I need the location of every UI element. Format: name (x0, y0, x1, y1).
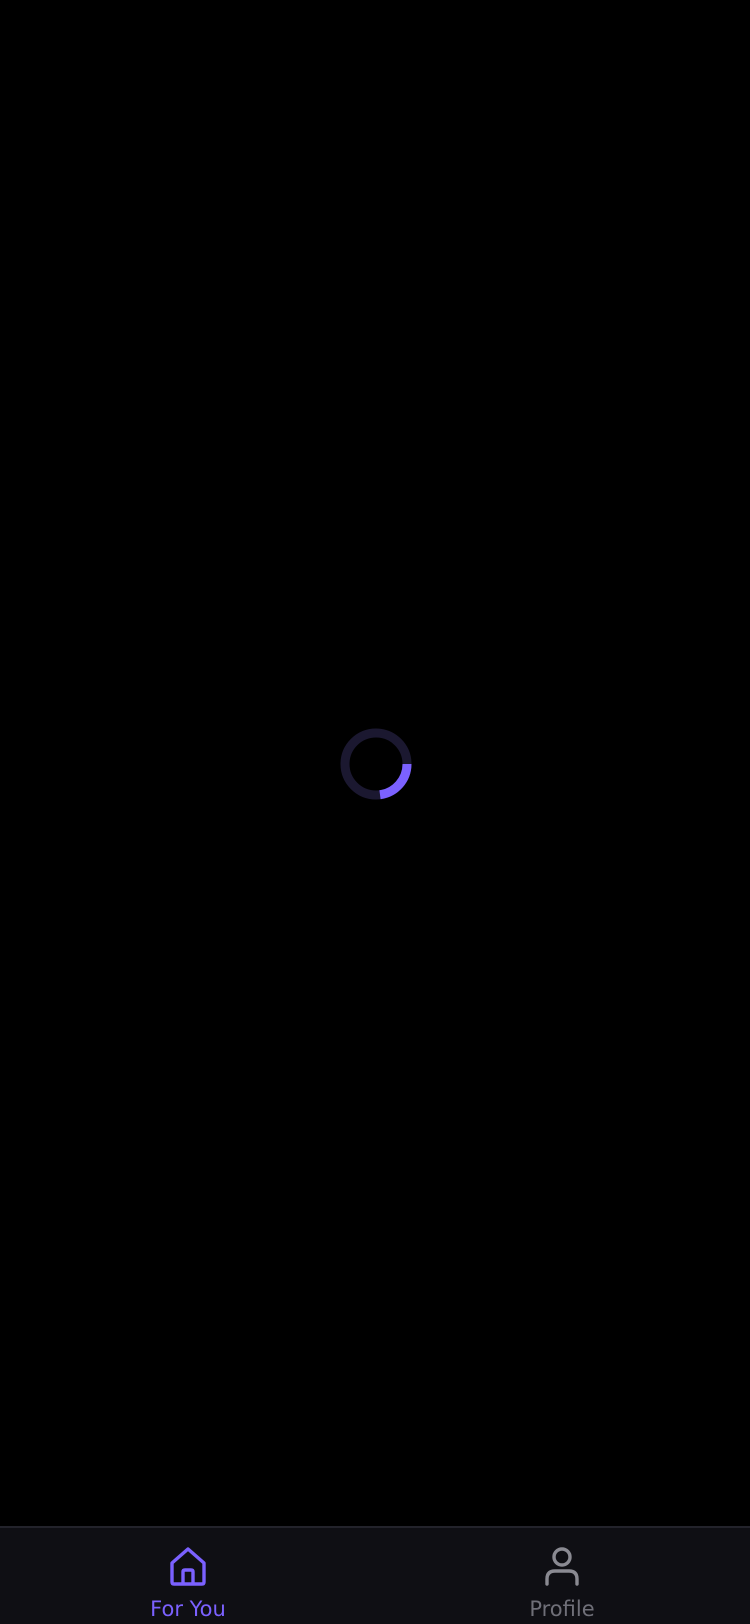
tab-profile[interactable]: Profile (462, 1528, 662, 1624)
tab-for-you[interactable]: For You (88, 1528, 288, 1624)
app-screen: For You Profile (0, 0, 750, 1624)
main-content (0, 0, 750, 1526)
bottom-tab-bar: For You Profile (0, 1526, 750, 1624)
user-icon (540, 1544, 584, 1588)
tab-label-profile: Profile (529, 1597, 595, 1621)
home-icon (166, 1544, 210, 1588)
tab-label-for-you: For You (150, 1597, 226, 1621)
spinner-arc (379, 763, 412, 800)
loading-spinner (340, 728, 412, 800)
